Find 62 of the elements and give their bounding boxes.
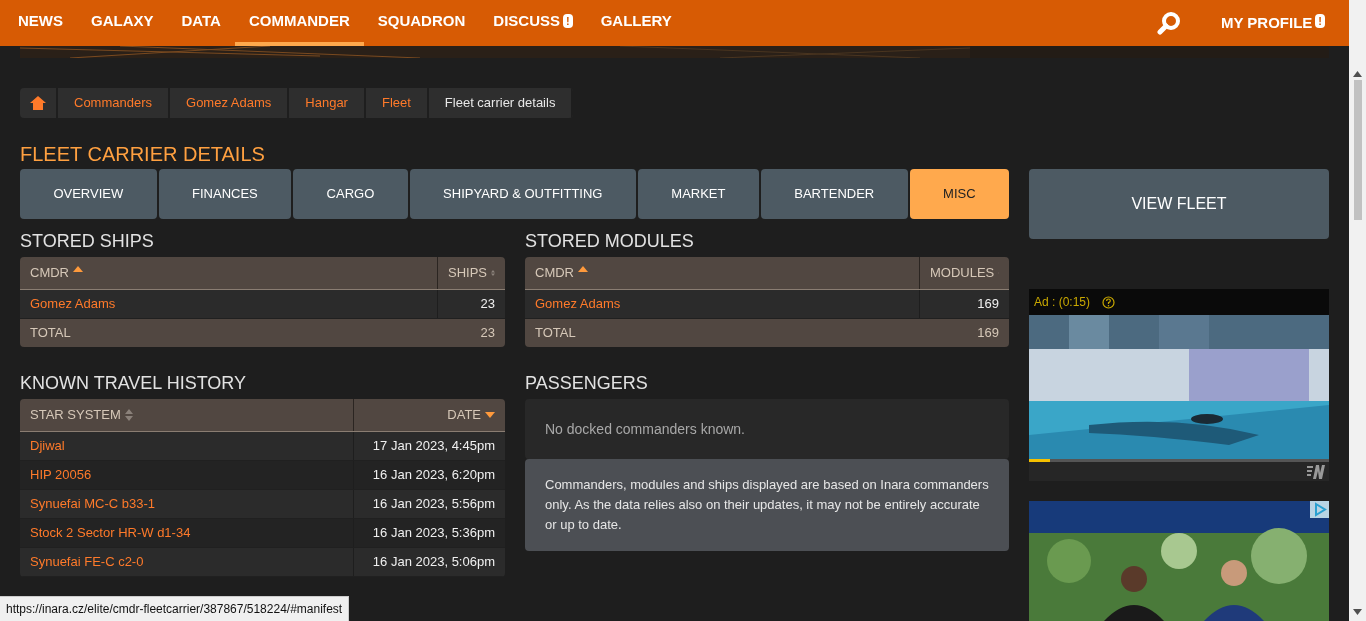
column-header[interactable]: MODULES (920, 257, 1009, 289)
column-header[interactable]: SHIPS (438, 257, 505, 289)
section-title: STORED MODULES (525, 230, 695, 253)
table-link[interactable]: HIP 20056 (30, 465, 92, 485)
table-link[interactable]: Stock 2 Sector HR-W d1-34 (30, 523, 191, 543)
search-icon[interactable] (1156, 11, 1181, 35)
empty-message: No docked commanders known. (545, 419, 745, 439)
table-cell-text: 23 (479, 295, 496, 314)
breadcrumb-item[interactable]: Fleet carrier details (428, 88, 574, 118)
nav-tab[interactable]: GALAXY (77, 0, 168, 46)
table-link[interactable]: Gomez Adams (535, 294, 621, 314)
breadcrumb-item[interactable]: Hangar (289, 88, 366, 118)
help-icon[interactable] (1102, 295, 1116, 309)
table-cell-text: 17 Jan 2023, 4:45pm (371, 437, 496, 456)
tab[interactable]: MARKET (637, 169, 759, 219)
nav-tab[interactable]: NEWS (4, 0, 77, 46)
breadcrumb-item[interactable]: Fleet (365, 88, 429, 118)
column-header[interactable]: CMDR (20, 257, 438, 289)
total-value: 23 (479, 324, 496, 343)
player-logo-icon (1307, 464, 1325, 479)
tab[interactable]: BARTENDER (760, 169, 908, 219)
table-cell-text: 169 (976, 295, 1000, 314)
breadcrumb-item[interactable]: Commanders (58, 88, 171, 118)
table-cell-text: 16 Jan 2023, 5:36pm (371, 524, 496, 543)
table-link[interactable]: Djiwal (30, 436, 65, 456)
tab[interactable]: OVERVIEW (20, 169, 157, 219)
nav-tab[interactable]: DISCUSS ! (479, 0, 587, 46)
breadcrumb-item[interactable]: Gomez Adams (170, 88, 290, 118)
column-header[interactable]: DATE (354, 399, 505, 431)
table-link[interactable]: Synuefai MC-C b33-1 (30, 494, 155, 514)
nav-tab[interactable]: DATA (167, 0, 235, 46)
table-cell-text: 16 Jan 2023, 6:20pm (371, 466, 496, 485)
alert-badge: ! (1315, 14, 1325, 28)
column-header[interactable]: CMDR (525, 257, 920, 289)
nav-tab[interactable]: GALLERY (586, 0, 686, 46)
tab[interactable]: MISC (909, 169, 1009, 219)
view-fleet-button[interactable]: VIEW FLEET (1029, 169, 1329, 239)
total-label: TOTAL (29, 324, 72, 343)
tab[interactable]: CARGO (293, 169, 408, 219)
total-label: TOTAL (534, 324, 577, 343)
scrollbar[interactable] (1349, 0, 1366, 621)
scroll-up-icon[interactable] (1353, 71, 1362, 77)
alert-badge: ! (563, 14, 573, 28)
tab[interactable]: FINANCES (158, 169, 292, 219)
total-value: 169 (976, 324, 1000, 343)
ad-label: Ad : (0:15) (1034, 294, 1091, 311)
table-cell-text: 16 Jan 2023, 5:56pm (371, 495, 496, 514)
section-title: STORED SHIPS (20, 230, 155, 253)
tab[interactable]: SHIPYARD & OUTFITTING (409, 169, 636, 219)
nav-tab[interactable]: SQUADRON (363, 0, 480, 46)
page-title: FLEET CARRIER DETAILS (20, 142, 266, 166)
scroll-down-icon[interactable] (1353, 609, 1362, 615)
section-title: PASSENGERS (525, 372, 649, 395)
table-link[interactable]: Gomez Adams (30, 294, 116, 314)
table-link[interactable]: Synuefai FE-C c2-0 (30, 552, 144, 572)
profile-link[interactable]: MY PROFILE ! (1220, 0, 1325, 46)
section-title: KNOWN TRAVEL HISTORY (20, 372, 248, 395)
info-note: Commanders, modules and ships displayed are based on Inara commanders only. As the data relies also on their updates, it may not be entirely accurate or up to date. (545, 476, 989, 534)
table-cell-text: 16 Jan 2023, 5:06pm (371, 553, 496, 572)
status-url: https://inara.cz/elite/cmdr-fleetcarrier/387867/518224/#manifest (0, 596, 350, 621)
scrollbar-thumb[interactable] (1353, 80, 1362, 220)
column-header[interactable]: STAR SYSTEM (20, 399, 354, 431)
